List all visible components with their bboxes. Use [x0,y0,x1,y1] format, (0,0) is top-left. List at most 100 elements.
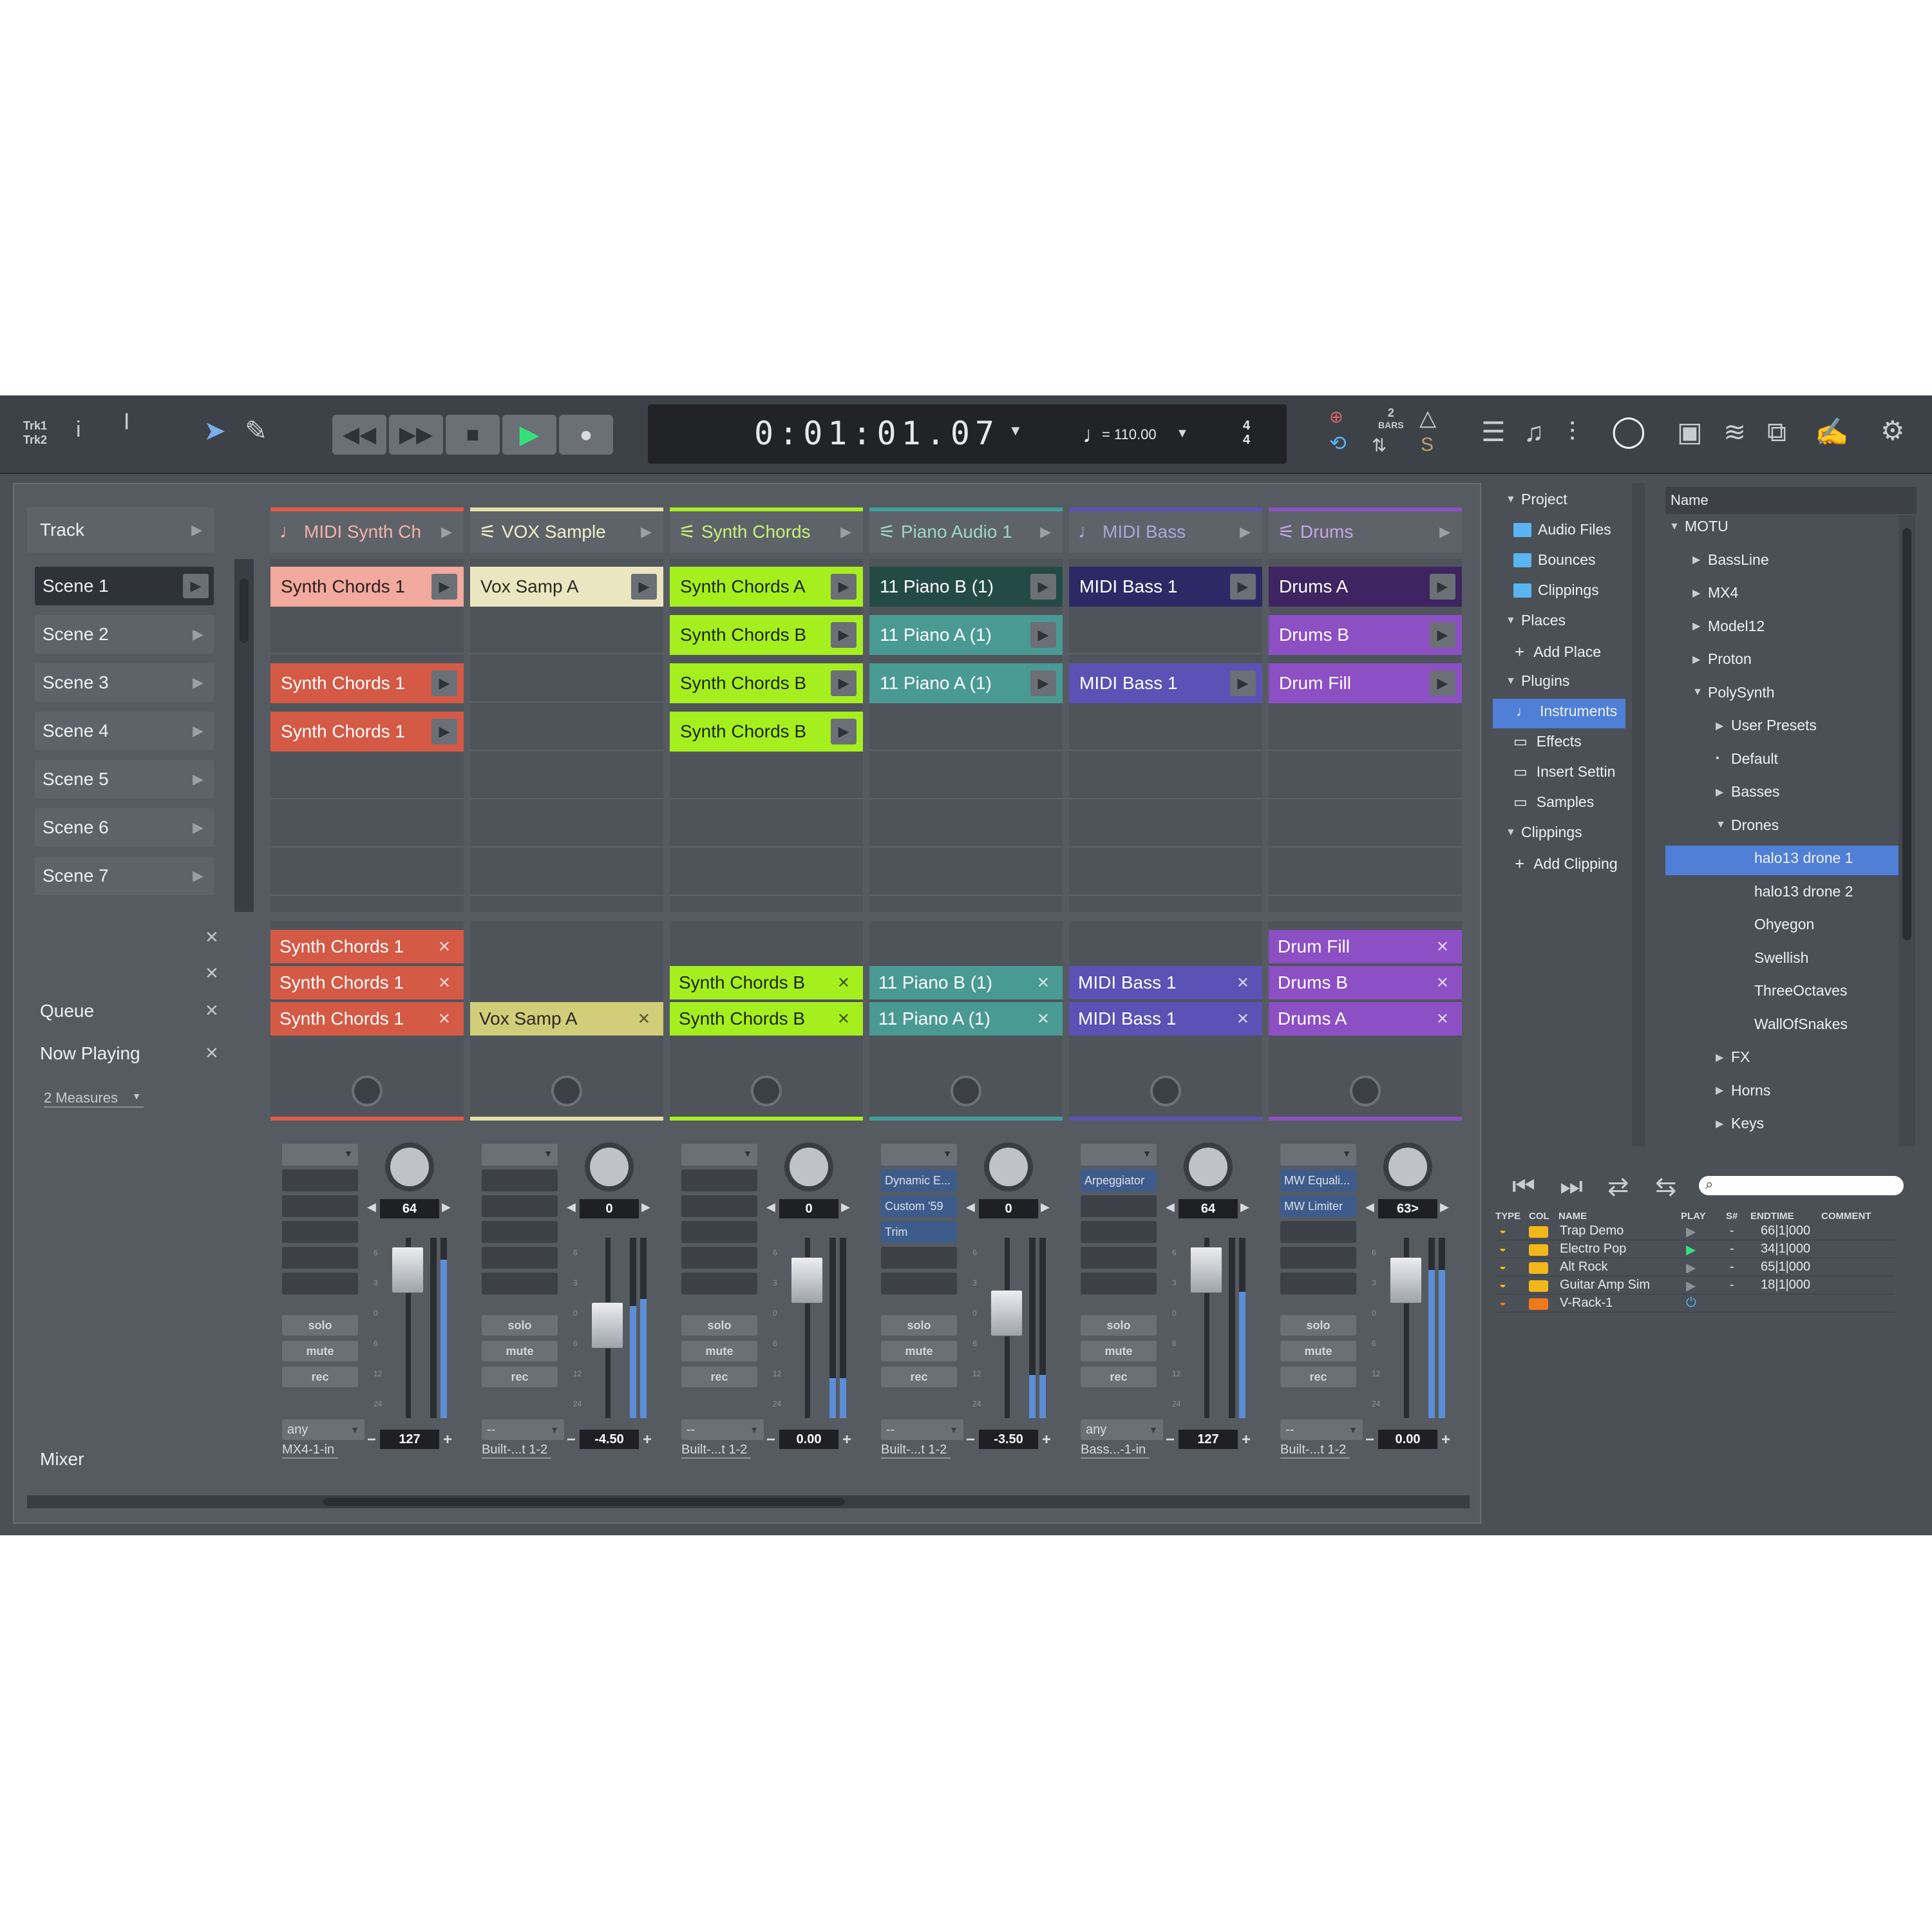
queued-clip[interactable]: 11 Piano B (1) ✕ [869,966,1063,999]
chunk-play-icon[interactable]: ▶ [1686,1224,1696,1240]
clip[interactable]: Vox Samp A ▶ [470,567,663,607]
close-icon[interactable]: ✕ [638,1010,650,1028]
horizontal-scroll-thumb[interactable] [323,1498,845,1506]
mute-button[interactable]: mute [681,1341,757,1361]
preset-tree-item[interactable]: ▶ User Presets [1716,717,1817,734]
pan-value[interactable]: 0 [979,1199,1038,1218]
insert-dropdown[interactable] [1280,1144,1356,1166]
queued-clip[interactable]: Synth Chords 1 ✕ [270,1002,464,1036]
minus-icon[interactable]: − [766,1431,775,1449]
stop-clip-knob[interactable] [1350,1075,1381,1106]
places-tree-item[interactable]: + Add Place [1515,642,1601,662]
volume-fader[interactable] [392,1246,424,1293]
clip[interactable]: MIDI Bass 1 ▶ [1069,663,1262,703]
pan-knob[interactable] [1383,1142,1432,1191]
preset-tree-item[interactable]: ▼ MOTU [1669,518,1728,535]
scene-row[interactable]: Scene 2 ▶ [35,615,214,654]
insert-slot[interactable] [282,1247,358,1269]
play-icon[interactable]: ▶ [183,574,209,598]
track-header[interactable]: ♩ MIDI Bass ▶ [1069,507,1262,553]
shuffle-icon[interactable]: ⇄ [1607,1172,1629,1202]
disclosure-icon[interactable]: ▶ [1716,1051,1731,1064]
insert-slot[interactable] [1081,1247,1157,1269]
play-icon[interactable]: ▶ [193,674,204,691]
stop-clip-knob[interactable] [352,1075,383,1106]
volume-value[interactable]: 0.00 [779,1430,838,1449]
close-icon[interactable]: ✕ [1236,974,1249,992]
solo-button[interactable]: solo [1081,1315,1157,1336]
skip-forward-icon[interactable]: ⏭ [1560,1172,1583,1201]
chevron-left-icon[interactable]: ◀ [1365,1200,1374,1214]
pan-value[interactable]: 64 [1179,1199,1238,1218]
preset-tree-item[interactable]: Ohyegon [1739,916,1814,933]
stop-clip-knob[interactable] [951,1075,981,1106]
volume-fader[interactable] [1390,1257,1422,1304]
mixer-icon[interactable]: ⫶ [1569,419,1576,446]
clip[interactable]: Synth Chords 1 ▶ [270,663,464,703]
metronome-icon[interactable]: △ [1419,407,1436,429]
minus-icon[interactable]: − [1365,1431,1374,1449]
add-icon[interactable]: ⊕ [1329,408,1343,425]
scene-row[interactable]: Scene 6 ▶ [35,808,214,847]
preset-tree-item[interactable]: ▶ Basses [1716,783,1779,800]
edit-icon[interactable]: ✍ [1815,419,1848,446]
insert-slot[interactable] [681,1195,757,1217]
play-icon[interactable]: ▶ [1040,524,1051,540]
insert-slot[interactable]: Dynamic E... [881,1170,957,1191]
pointer-tool-icon[interactable]: ➤ [204,417,226,444]
track-header[interactable]: ⚟ Drums ▶ [1269,507,1462,553]
volume-value[interactable]: -4.50 [580,1430,639,1449]
preset-tree-item[interactable]: ▶ BassLine [1692,551,1769,569]
solo-button[interactable]: solo [482,1315,558,1336]
preset-tree-item[interactable]: • Default [1716,750,1778,768]
close-icon[interactable]: ✕ [438,1010,451,1028]
preset-tree-item[interactable]: ▼ PolySynth [1692,684,1775,701]
play-icon[interactable]: ▶ [1430,670,1455,696]
volume-fader[interactable] [990,1289,1023,1336]
chunk-row[interactable]: ◒ Trap Demo ▶ - 66|1|000 [1495,1222,1895,1240]
chevron-left-icon[interactable]: ◀ [567,1200,576,1214]
output-selector[interactable]: MX4-1-in [282,1443,339,1459]
clip[interactable]: 11 Piano A (1) ▶ [869,663,1063,703]
chevron-left-icon[interactable]: ◀ [367,1200,376,1214]
insert-slot[interactable] [482,1221,558,1243]
play-icon[interactable]: ▶ [631,574,657,600]
waveform-icon[interactable]: ≋ [1723,419,1746,446]
close-icon[interactable]: ✕ [438,974,451,992]
preset-tree-item[interactable]: halo13 drone 2 [1739,883,1853,900]
volume-value[interactable]: -3.50 [979,1430,1038,1449]
pan-value[interactable]: 0 [779,1199,838,1218]
name-column-header[interactable]: Name [1665,487,1917,514]
play-icon[interactable]: ▶ [840,524,851,540]
scene-row[interactable]: Scene 3 ▶ [35,663,214,702]
play-icon[interactable]: ▶ [831,574,857,600]
chevron-down-icon[interactable]: ▼ [1506,615,1521,627]
insert-slot[interactable] [1280,1273,1356,1294]
plus-icon[interactable]: + [643,1431,652,1449]
preset-tree-item[interactable]: ▶ FX [1716,1048,1750,1066]
queued-clip[interactable]: Drums B ✕ [1269,966,1462,999]
mute-button[interactable]: mute [282,1341,358,1361]
record-button[interactable]: ● [559,415,613,455]
chunk-play-icon[interactable]: ⏻ [1686,1296,1696,1311]
disclosure-icon[interactable]: ▼ [1716,819,1731,831]
notation-icon[interactable]: ♫ [1524,419,1544,446]
disclosure-icon[interactable]: ▶ [1692,587,1708,600]
track-header[interactable]: ⚟ Piano Audio 1 ▶ [869,507,1063,553]
play-icon[interactable]: ▶ [441,524,452,540]
minus-icon[interactable]: − [367,1431,376,1449]
input-dropdown[interactable]: any [1081,1419,1163,1440]
volume-value[interactable]: 127 [380,1430,439,1449]
rewind-button[interactable]: ◀◀ [332,415,386,455]
close-icon[interactable]: ✕ [1436,938,1449,956]
pan-knob[interactable] [984,1142,1033,1191]
chevron-right-icon[interactable]: ▶ [841,1200,850,1214]
insert-dropdown[interactable] [681,1144,757,1166]
browser-icon[interactable]: ▣ [1677,419,1703,446]
preset-tree-item[interactable]: Swellish [1739,949,1808,967]
pan-knob[interactable] [585,1142,634,1191]
insert-slot[interactable]: Arpeggiator [1081,1170,1157,1191]
insert-slot[interactable]: Trim [881,1221,957,1243]
insert-slot[interactable] [282,1221,358,1243]
chevron-left-icon[interactable]: ◀ [766,1200,775,1214]
